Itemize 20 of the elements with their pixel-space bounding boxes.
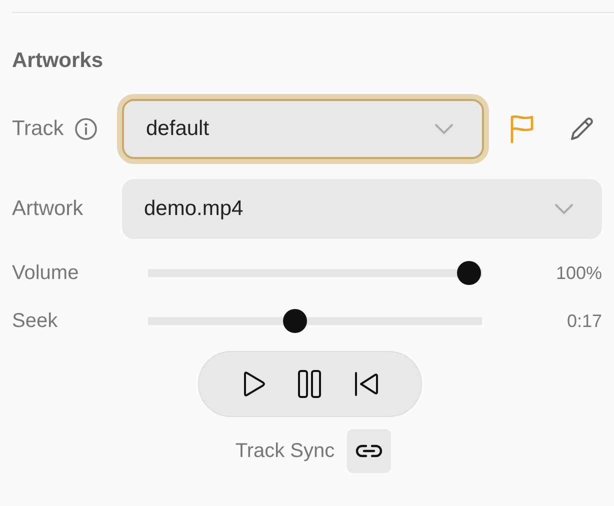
sync-label: Track Sync xyxy=(235,440,335,462)
skip-back-icon[interactable] xyxy=(353,371,379,397)
info-icon[interactable] xyxy=(74,117,98,141)
pause-icon[interactable] xyxy=(297,369,323,399)
slider-label: Volume xyxy=(12,262,80,284)
chevron-icon xyxy=(554,203,574,215)
field-label: Track xyxy=(12,117,64,141)
slider-thumb[interactable] xyxy=(457,261,481,285)
pencil-icon[interactable] xyxy=(568,115,596,143)
link-button[interactable] xyxy=(346,429,391,473)
play-icon[interactable] xyxy=(241,370,267,398)
link-icon xyxy=(354,443,383,459)
slider-label: Seek xyxy=(12,310,59,332)
slider-thumb[interactable] xyxy=(282,309,307,333)
dropdown[interactable]: demo.mp4 xyxy=(122,179,602,239)
slider-value: 0:17 xyxy=(566,310,602,332)
section-title: Artworks xyxy=(12,49,104,73)
chevron-icon xyxy=(434,123,454,135)
slider-value: 100% xyxy=(554,262,602,284)
field-label: Artwork xyxy=(12,197,84,221)
